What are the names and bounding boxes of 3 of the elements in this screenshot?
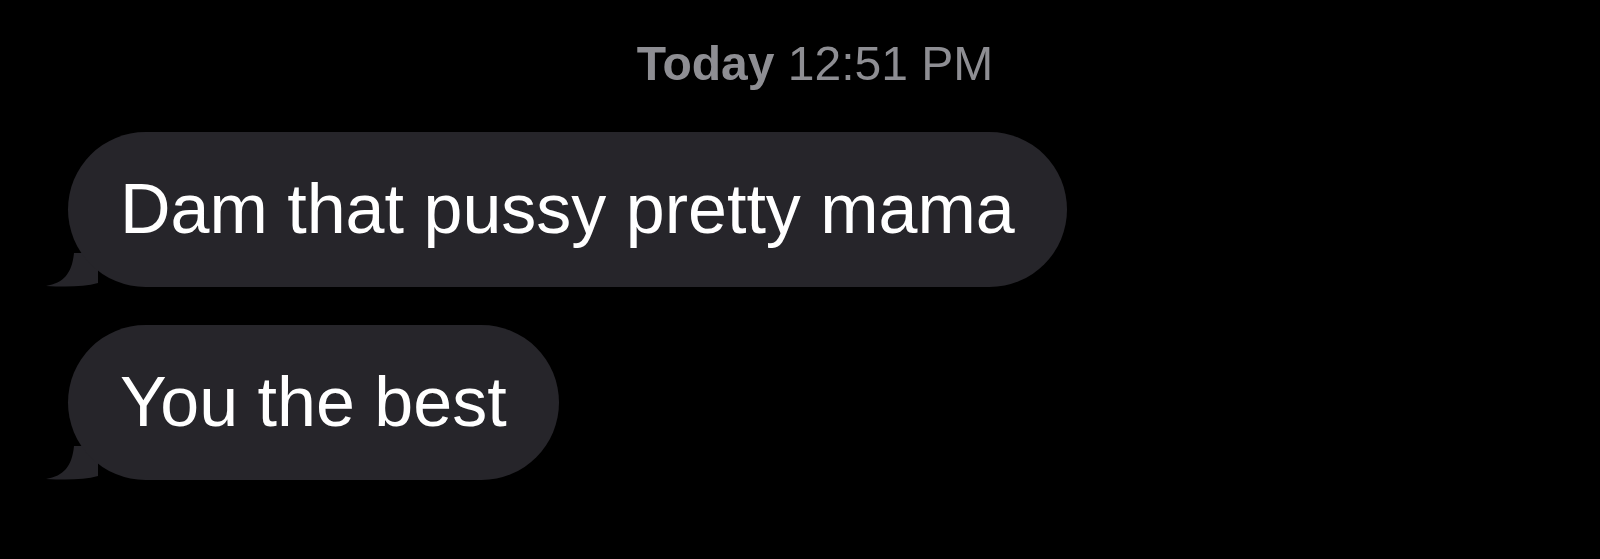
message-timestamp: Today 12:51 PM xyxy=(636,36,994,92)
message-bubble: You the best xyxy=(68,325,559,480)
message-bubble: Dam that pussy pretty mama xyxy=(68,132,1067,287)
